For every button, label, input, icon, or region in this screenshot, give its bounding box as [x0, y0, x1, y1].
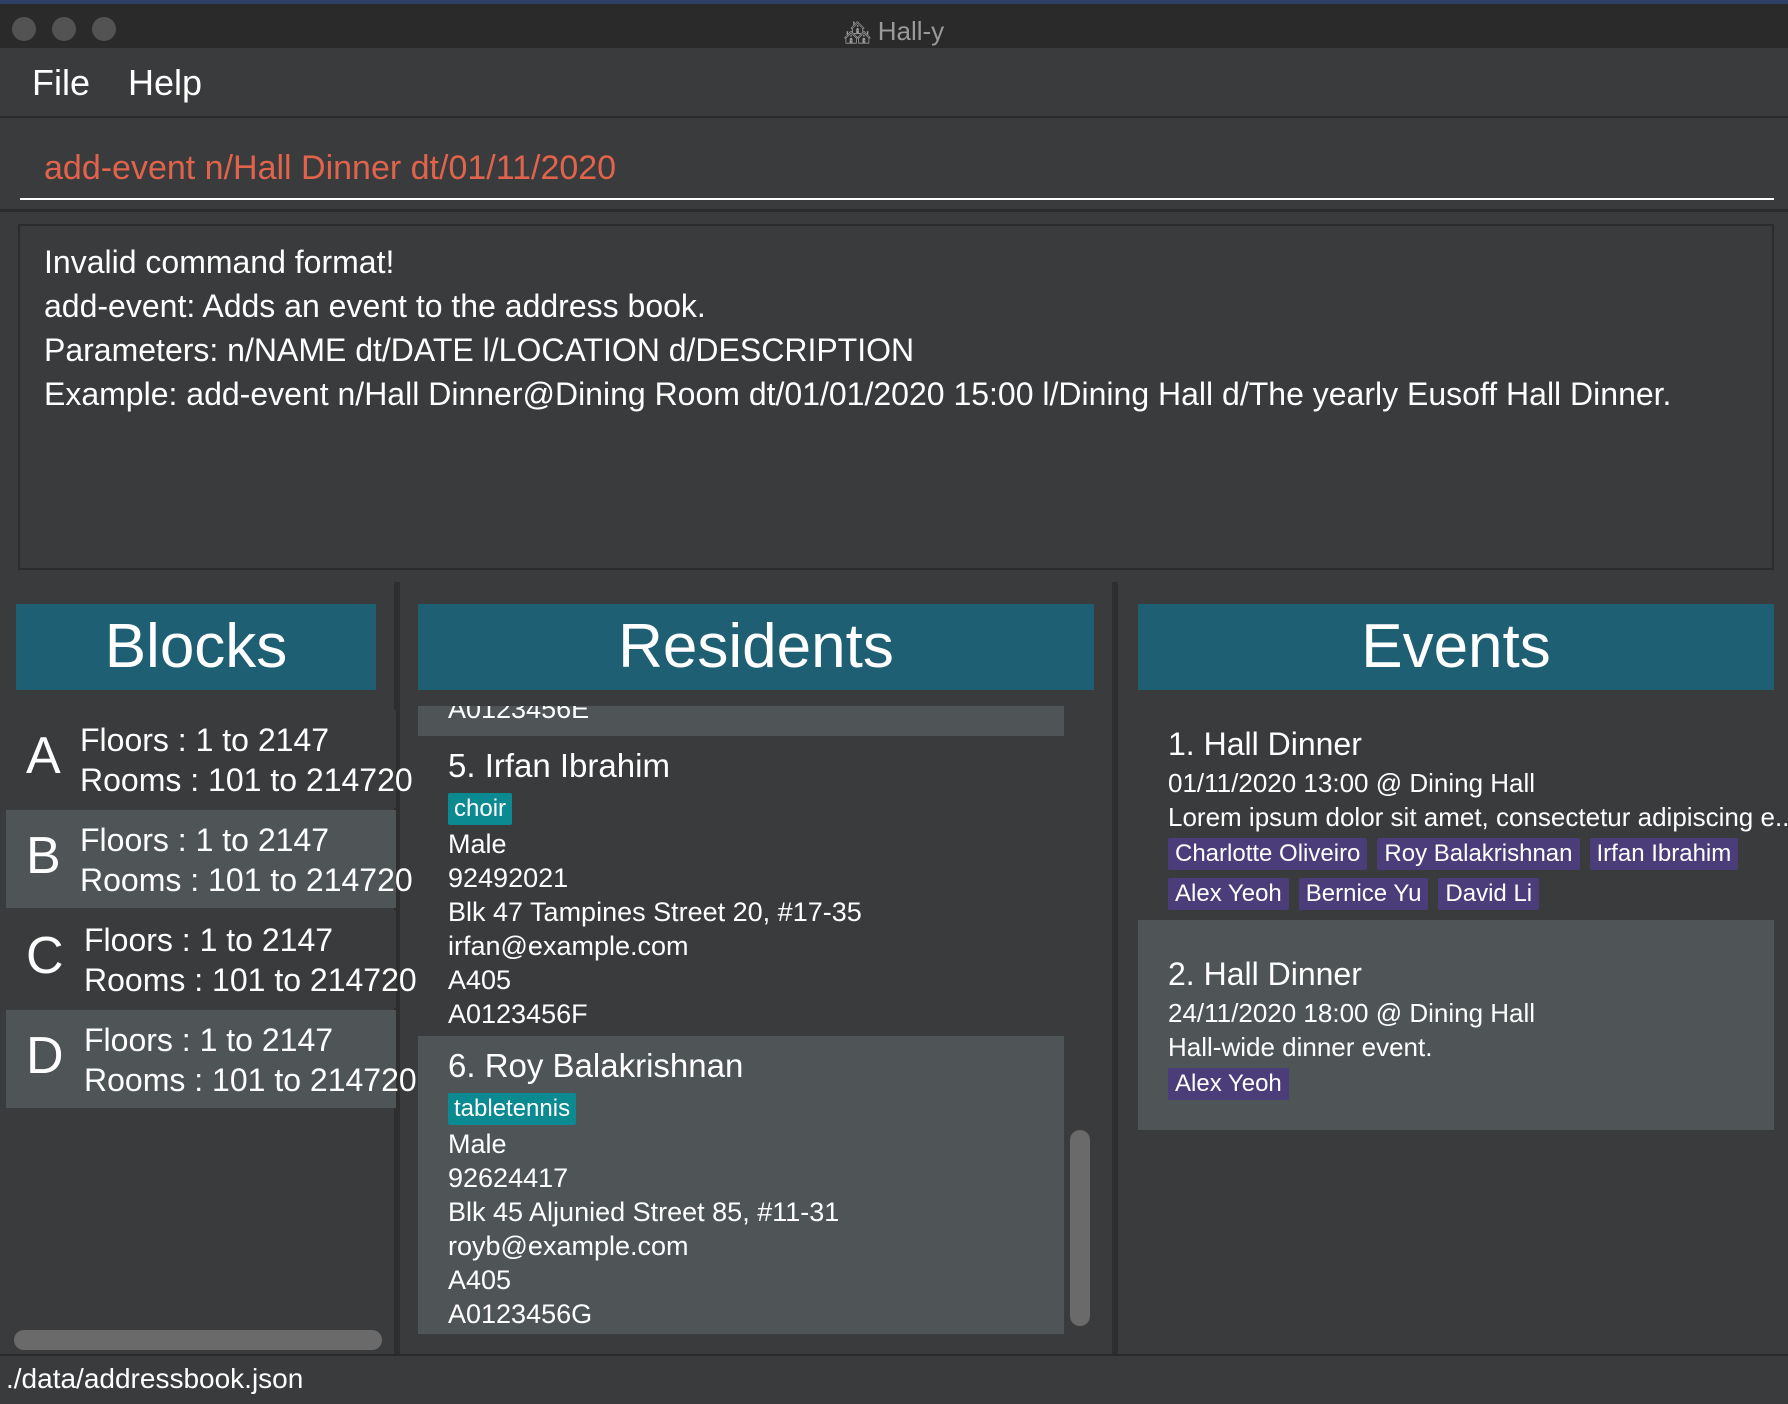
- resident-gender: Male: [448, 1129, 507, 1159]
- block-floors: Floors : 1 to 2147: [84, 922, 334, 958]
- attendee-tag: Charlotte Oliveiro: [1168, 838, 1368, 870]
- command-input[interactable]: [20, 138, 1774, 200]
- window-title: 🏘 Hall-y: [0, 16, 1788, 47]
- block-rooms: Rooms : 101 to 214720: [84, 962, 417, 998]
- event-datetime-location: 01/11/2020 13:00 @ Dining Hall: [1168, 768, 1536, 798]
- event-attendees: Charlotte Oliveiro Roy Balakrishnan Irfan …: [1168, 834, 1768, 914]
- event-attendees: Alex Yeoh: [1168, 1064, 1744, 1104]
- resident-tag: tabletennis: [448, 1093, 577, 1125]
- resident-email: irfan@example.com: [448, 931, 689, 961]
- status-bar: ./data/addressbook.json: [0, 1354, 1788, 1404]
- attendee-tag: Bernice Yu: [1298, 878, 1429, 910]
- result-line: Invalid command format!: [44, 244, 395, 280]
- blocks-panel-title: Blocks: [16, 604, 376, 690]
- resident-matric: A0123456F: [448, 999, 588, 1029]
- resident-card-partial[interactable]: A0123456E: [418, 706, 1064, 736]
- block-floors: Floors : 1 to 2147: [84, 1022, 334, 1058]
- resident-matric: A0123456E: [448, 706, 590, 724]
- title-bar: 🏘 Hall-y: [0, 0, 1788, 48]
- save-location: ./data/addressbook.json: [6, 1363, 304, 1394]
- block-rooms: Rooms : 101 to 214720: [80, 762, 413, 798]
- resident-card[interactable]: 6. Roy Balakrishnan tabletennis Male 926…: [418, 1036, 1064, 1334]
- residents-vertical-scrollbar[interactable]: [1070, 1130, 1090, 1326]
- result-line: Parameters: n/NAME dt/DATE l/LOCATION d/…: [44, 332, 915, 368]
- block-letter: D: [26, 1027, 64, 1085]
- residents-panel-title: Residents: [418, 604, 1094, 690]
- resident-room: A405: [448, 965, 512, 995]
- menu-file[interactable]: File: [32, 62, 90, 104]
- block-list-item[interactable]: C Floors : 1 to 2147 Rooms : 101 to 2147…: [6, 910, 417, 1008]
- resident-address: Blk 45 Aljunied Street 85, #11-31: [448, 1197, 840, 1227]
- result-display: Invalid command format! add-event: Adds …: [18, 224, 1774, 570]
- events-panel-title: Events: [1138, 604, 1774, 690]
- block-letter: C: [26, 927, 64, 985]
- menu-help[interactable]: Help: [128, 62, 202, 104]
- resident-phone: 92492021: [448, 863, 569, 893]
- event-name: 2. Hall Dinner: [1168, 956, 1362, 992]
- attendee-tag: David Li: [1438, 878, 1540, 910]
- block-letter: B: [26, 827, 61, 885]
- house-icon: 🏘: [843, 20, 872, 45]
- event-description: Lorem ipsum dolor sit amet, consectetur …: [1168, 802, 1788, 832]
- resident-email: royb@example.com: [448, 1231, 689, 1261]
- attendee-tag: Alex Yeoh: [1168, 1068, 1289, 1100]
- block-rooms: Rooms : 101 to 214720: [84, 1062, 417, 1098]
- resident-room: A405: [448, 1265, 512, 1295]
- command-box: [0, 118, 1788, 212]
- block-list-item[interactable]: A Floors : 1 to 2147 Rooms : 101 to 2147…: [6, 710, 413, 808]
- blocks-horizontal-scrollbar[interactable]: [14, 1330, 382, 1350]
- attendee-tag: Roy Balakrishnan: [1377, 838, 1580, 870]
- resident-matric: A0123456G: [448, 1299, 593, 1329]
- event-name: 1. Hall Dinner: [1168, 726, 1362, 762]
- menu-bar: File Help: [0, 48, 1788, 118]
- block-list-item[interactable]: D Floors : 1 to 2147 Rooms : 101 to 2147…: [6, 1010, 417, 1108]
- block-floors: Floors : 1 to 2147: [80, 822, 330, 858]
- attendee-tag: Irfan Ibrahim: [1589, 838, 1739, 870]
- block-floors: Floors : 1 to 2147: [80, 722, 330, 758]
- resident-name: 6. Roy Balakrishnan: [448, 1047, 744, 1084]
- event-card[interactable]: 1. Hall Dinner 01/11/2020 13:00 @ Dining…: [1138, 710, 1788, 920]
- event-datetime-location: 24/11/2020 18:00 @ Dining Hall: [1168, 998, 1536, 1028]
- window-title-text: Hall-y: [877, 16, 945, 46]
- resident-tag: choir: [448, 793, 513, 825]
- panel-divider[interactable]: [1112, 582, 1118, 1354]
- attendee-tag: Alex Yeoh: [1168, 878, 1289, 910]
- block-letter: A: [26, 727, 61, 785]
- resident-phone: 92624417: [448, 1163, 569, 1193]
- block-rooms: Rooms : 101 to 214720: [80, 862, 413, 898]
- event-card[interactable]: 2. Hall Dinner 24/11/2020 18:00 @ Dining…: [1138, 920, 1774, 1130]
- resident-address: Blk 47 Tampines Street 20, #17-35: [448, 897, 862, 927]
- result-line: add-event: Adds an event to the address …: [44, 288, 706, 324]
- resident-name: 5. Irfan Ibrahim: [448, 747, 670, 784]
- event-description: Hall-wide dinner event.: [1168, 1032, 1433, 1062]
- block-list-item[interactable]: B Floors : 1 to 2147 Rooms : 101 to 2147…: [6, 810, 413, 908]
- resident-gender: Male: [448, 829, 507, 859]
- resident-card[interactable]: 5. Irfan Ibrahim choir Male 92492021 Blk…: [418, 736, 1064, 1036]
- result-line: Example: add-event n/Hall Dinner@Dining …: [44, 376, 1672, 412]
